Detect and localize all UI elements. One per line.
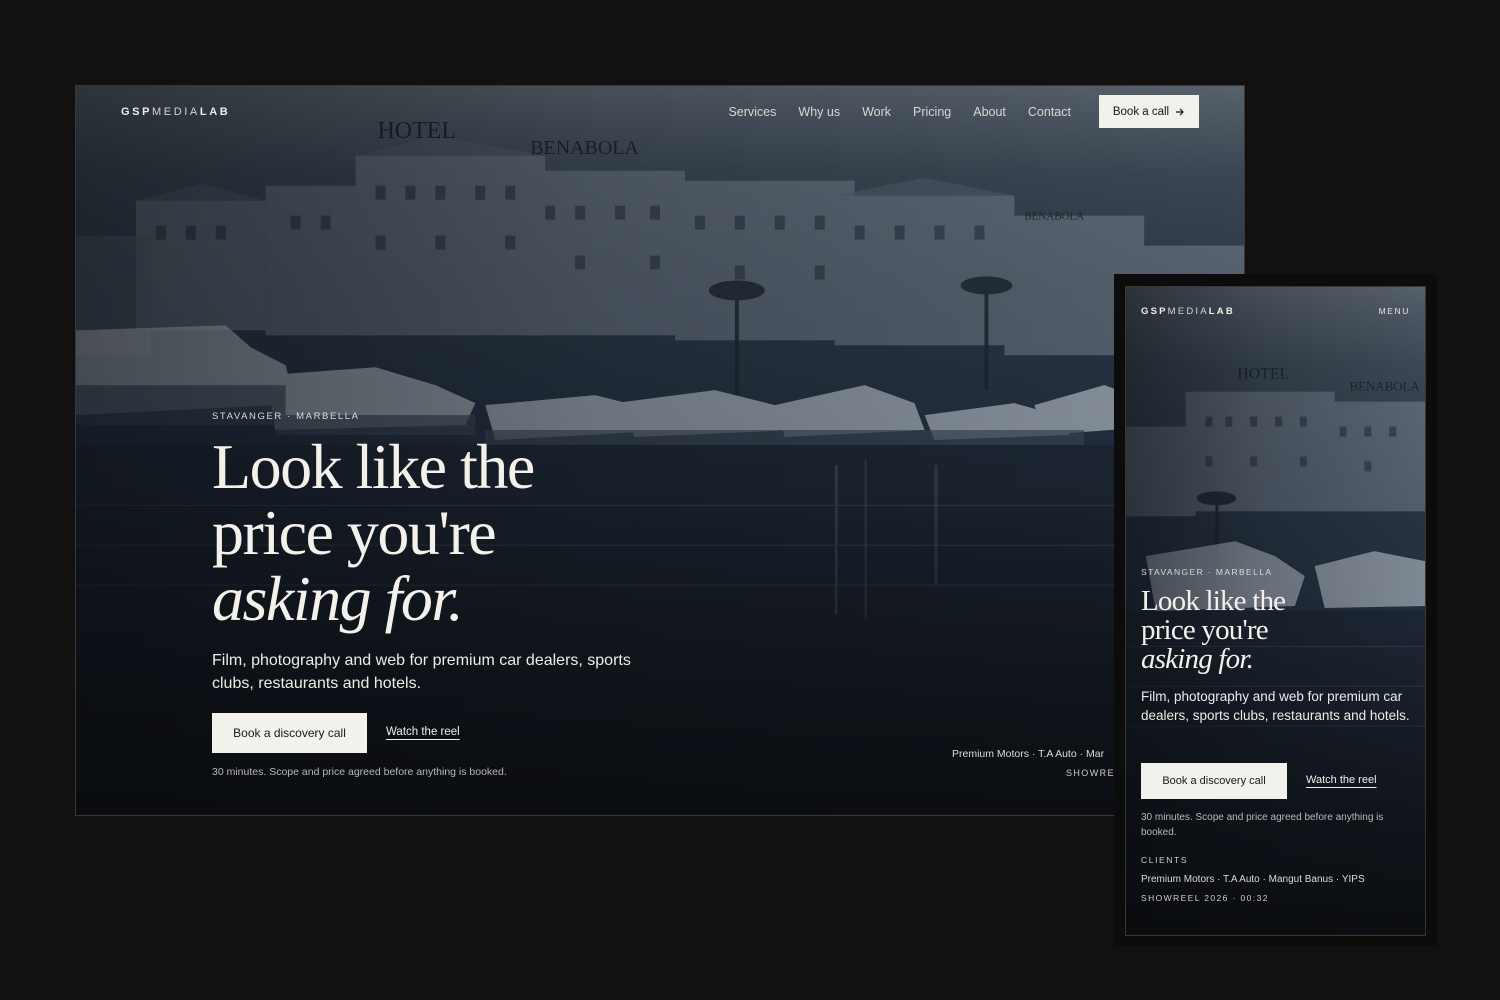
nav-pricing[interactable]: Pricing xyxy=(913,105,951,119)
logo-part-a: GSP xyxy=(121,106,153,118)
book-discovery-call-button-mobile[interactable]: Book a discovery call xyxy=(1141,763,1287,799)
nav-services[interactable]: Services xyxy=(728,105,776,119)
hero-headline: Look like the price you're asking for. xyxy=(212,431,535,634)
booking-note: 30 minutes. Scope and price agreed befor… xyxy=(212,766,507,778)
clients-heading: CLIENTS xyxy=(1141,855,1189,865)
nav-about[interactable]: About xyxy=(973,105,1006,119)
headline-italic: asking for. xyxy=(212,563,464,634)
hero-eyebrow: STAVANGER · MARBELLA xyxy=(212,411,360,422)
hero-eyebrow-mobile: STAVANGER · MARBELLA xyxy=(1141,567,1273,577)
hero-subheading-mobile: Film, photography and web for premium ca… xyxy=(1141,689,1410,723)
clients-list-mobile: Premium Motors · T.A Auto · Mangut Banus… xyxy=(1141,874,1365,885)
brand-logo[interactable]: GSPMEDIALAB xyxy=(121,106,230,118)
menu-button[interactable]: MENU xyxy=(1379,306,1410,316)
nav-contact[interactable]: Contact xyxy=(1028,105,1071,119)
headline-line-2: price you're xyxy=(212,497,497,568)
clients-list: Premium Motors · T.A Auto · Mar xyxy=(952,748,1105,760)
logo-part-c: LAB xyxy=(199,106,231,118)
desktop-preview: HOTEL BENABOLA BENABOLA xyxy=(75,85,1245,816)
hero-headline-mobile: Look like the price you're asking for. xyxy=(1141,585,1286,675)
arrow-right-icon xyxy=(1176,108,1184,115)
nav-work[interactable]: Work xyxy=(862,105,891,119)
logo-part-b: MEDIA xyxy=(152,106,200,118)
brand-logo-mobile[interactable]: GSPMEDIALAB xyxy=(1141,306,1235,317)
headline-line-2: price you're xyxy=(1141,614,1269,646)
booking-note-mobile: 30 minutes. Scope and price agreed befor… xyxy=(1141,812,1384,838)
book-discovery-call-button[interactable]: Book a discovery call xyxy=(212,713,367,753)
headline-italic: asking for. xyxy=(1141,643,1254,675)
headline-line-1: Look like the xyxy=(212,431,535,502)
nav-why-us[interactable]: Why us xyxy=(798,105,840,119)
showreel-label-mobile: SHOWREEL 2026 · 00:32 xyxy=(1141,893,1269,903)
book-a-call-button[interactable]: Book a call xyxy=(1099,95,1199,128)
mobile-preview: HOTEL BENABOLA GSPMEDIALAB MENU STAVANGE… xyxy=(1125,286,1426,936)
logo-part-c: LAB xyxy=(1208,306,1235,317)
watch-reel-link-mobile[interactable]: Watch the reel xyxy=(1306,774,1377,786)
headline-line-1: Look like the xyxy=(1141,585,1286,617)
book-a-call-label: Book a call xyxy=(1112,105,1170,118)
logo-part-a: GSP xyxy=(1141,306,1168,317)
hero-subheading: Film, photography and web for premium ca… xyxy=(212,652,631,692)
watch-reel-link[interactable]: Watch the reel xyxy=(386,726,460,738)
logo-part-b: MEDIA xyxy=(1167,306,1209,317)
main-nav: Services Why us Work Pricing About Conta… xyxy=(728,105,1071,119)
